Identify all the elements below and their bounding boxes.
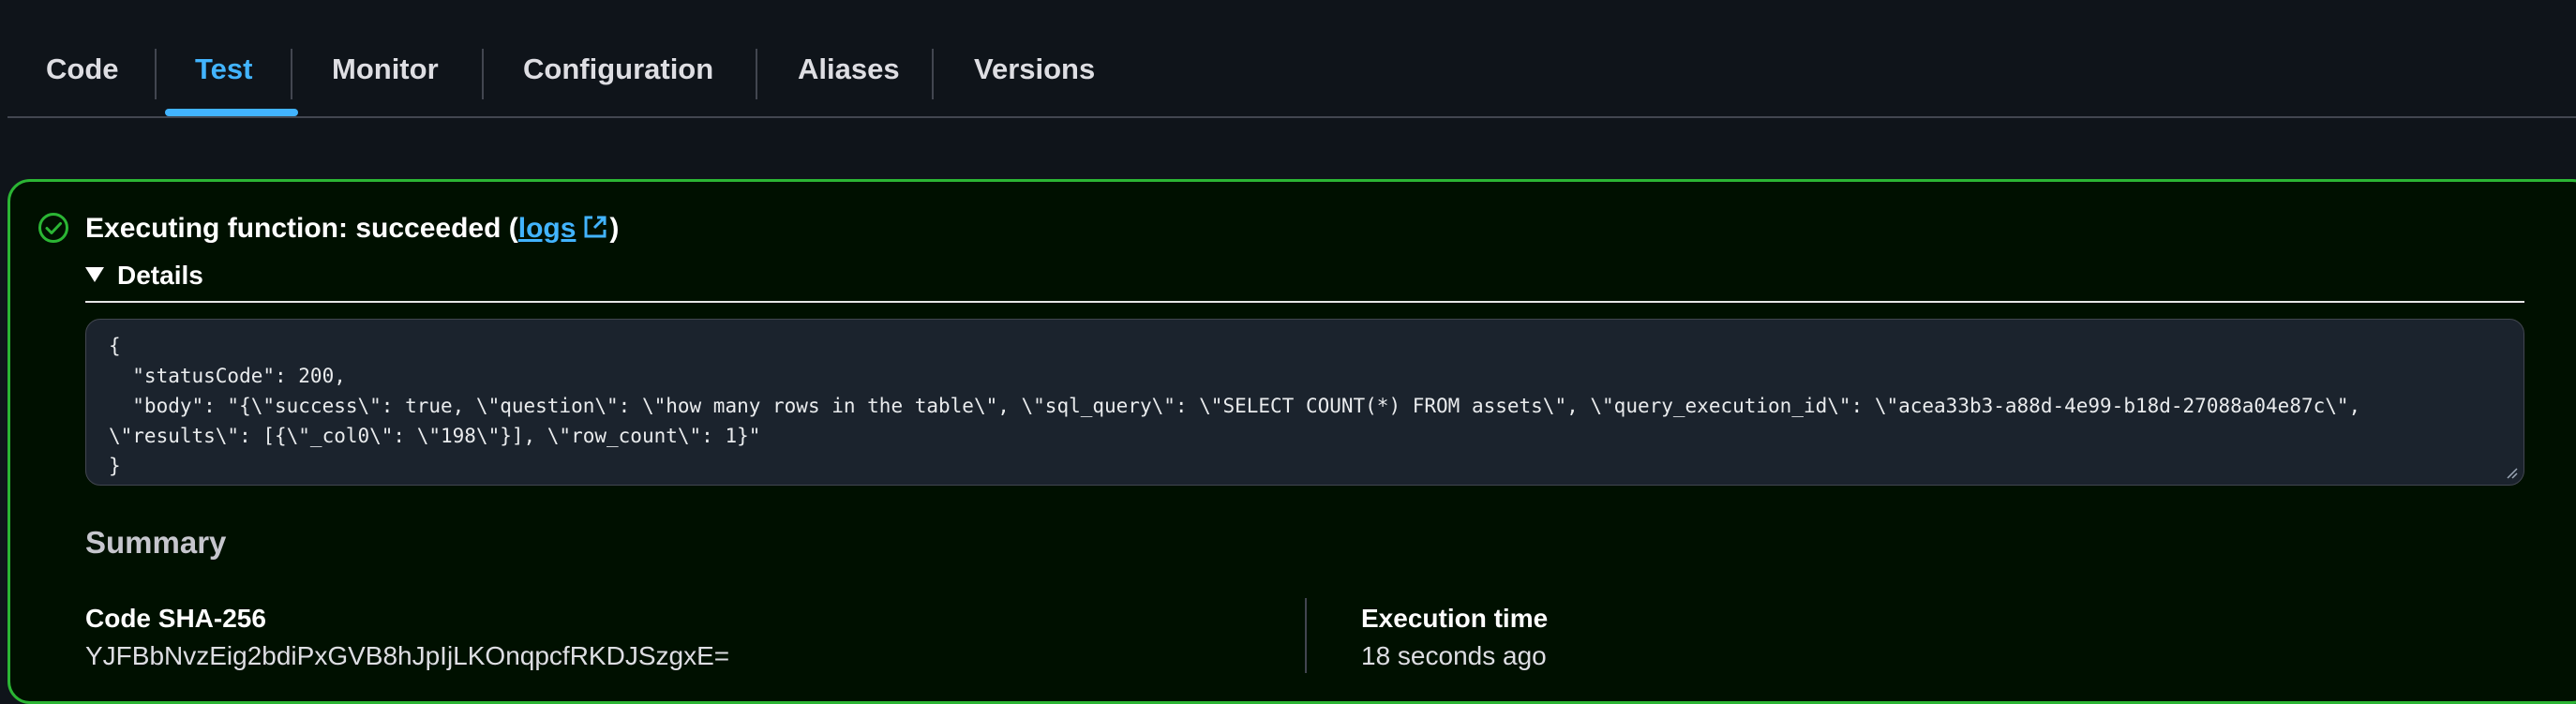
resize-grip-icon[interactable] [2505, 466, 2518, 479]
status-text: Executing function: succeeded ( [85, 213, 518, 244]
code-sha-value: YJFBbNvzEig2bdiPxGVB8hJpIjLKOnqpcfRKDJSz… [85, 641, 730, 670]
status-close: ) [609, 213, 620, 244]
details-label: Details [117, 261, 203, 290]
caret-down-icon [85, 267, 104, 282]
external-link-icon [584, 216, 607, 238]
details-toggle[interactable]: Details [85, 260, 203, 292]
success-check-icon [38, 213, 68, 243]
tab-divider [291, 49, 292, 99]
summary-heading: Summary [85, 525, 227, 560]
logs-link-label: logs [517, 213, 577, 244]
tab-divider [756, 49, 757, 99]
tab-bar: Code Test Monitor Configuration Aliases … [7, 0, 2576, 118]
tab-divider [482, 49, 484, 99]
execution-output-textarea[interactable]: { "statusCode": 200, "body": "{\"success… [85, 319, 2524, 486]
code-sha-label: Code SHA-256 [85, 604, 266, 633]
tab-aliases[interactable]: Aliases [798, 52, 900, 86]
column-divider [1305, 598, 1307, 673]
tab-configuration[interactable]: Configuration [523, 52, 713, 86]
tab-divider [932, 49, 934, 99]
tab-versions[interactable]: Versions [974, 52, 1095, 86]
tab-test[interactable]: Test [195, 52, 252, 86]
tab-code[interactable]: Code [46, 52, 119, 86]
execution-time-label: Execution time [1361, 604, 1549, 633]
active-tab-indicator [165, 109, 298, 116]
tab-monitor[interactable]: Monitor [332, 52, 439, 86]
execution-status: Executing function: succeeded (logs) [85, 212, 619, 246]
tab-divider [155, 49, 157, 99]
execution-time-value: 18 seconds ago [1361, 641, 1547, 670]
logs-link[interactable]: logs [518, 213, 610, 244]
output-text: { "statusCode": 200, "body": "{\"success… [109, 335, 2361, 477]
details-divider [85, 301, 2524, 303]
